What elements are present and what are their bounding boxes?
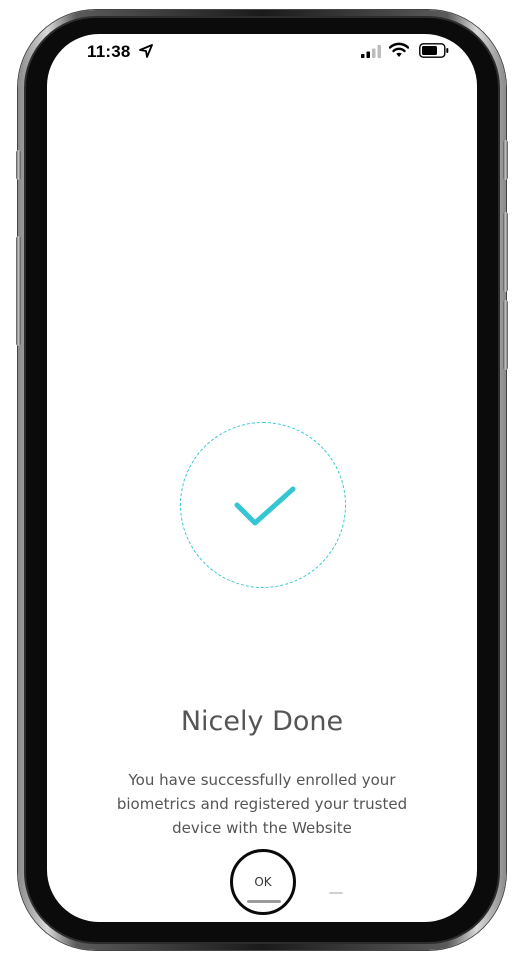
status-time: 11:38 (87, 42, 131, 61)
checkmark-icon (234, 486, 296, 526)
home-indicator-fragment (329, 892, 343, 894)
wifi-icon (389, 42, 409, 57)
location-arrow-icon (139, 44, 153, 58)
ok-button[interactable]: OK (230, 849, 296, 915)
battery-icon (419, 43, 449, 58)
side-button (503, 212, 508, 292)
success-circle (180, 422, 346, 588)
success-title: Nicely Done (180, 706, 344, 737)
phone-screen: 11:38 Nicely Done You have successfully … (47, 34, 477, 922)
power-button (503, 140, 508, 180)
volume-up-button (16, 236, 21, 346)
status-bar: 11:38 (47, 34, 477, 74)
side-button-lower (503, 300, 508, 370)
cellular-signal-icon (361, 45, 381, 58)
silent-switch (16, 150, 21, 180)
phone-mockup: 11:38 Nicely Done You have successfully … (0, 0, 524, 960)
home-indicator (247, 900, 281, 903)
ok-button-label: OK (254, 875, 272, 889)
success-message: You have successfully enrolled your biom… (116, 771, 408, 837)
